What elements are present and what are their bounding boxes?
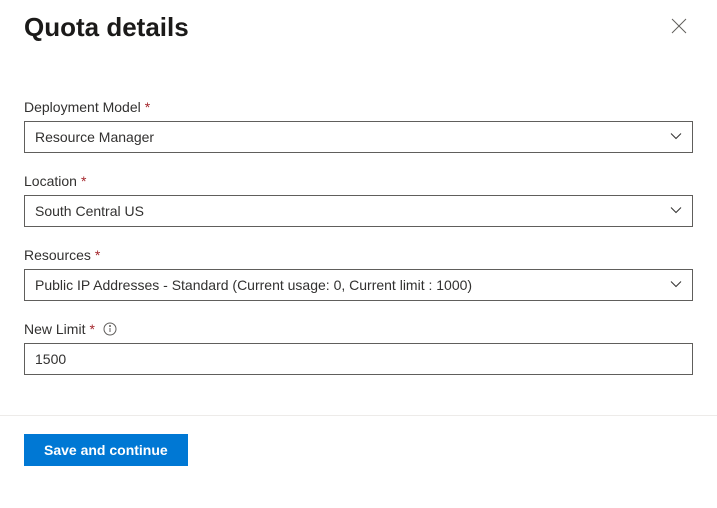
required-indicator: * [81,173,86,189]
close-button[interactable] [665,12,693,43]
resources-label: Resources [24,247,91,263]
new-limit-input[interactable] [24,343,693,375]
chevron-down-icon [670,129,682,145]
info-icon[interactable] [103,322,117,336]
location-field: Location * South Central US [24,173,693,227]
resources-value: Public IP Addresses - Standard (Current … [35,277,472,293]
new-limit-label: New Limit [24,321,85,337]
location-select[interactable]: South Central US [24,195,693,227]
required-indicator: * [89,321,94,337]
close-icon [671,18,687,37]
page-title: Quota details [24,12,189,43]
required-indicator: * [145,99,150,115]
location-label: Location [24,173,77,189]
resources-select[interactable]: Public IP Addresses - Standard (Current … [24,269,693,301]
deployment-model-field: Deployment Model * Resource Manager [24,99,693,153]
deployment-model-value: Resource Manager [35,129,154,145]
resources-field: Resources * Public IP Addresses - Standa… [24,247,693,301]
deployment-model-label: Deployment Model [24,99,141,115]
location-value: South Central US [35,203,144,219]
chevron-down-icon [670,277,682,293]
deployment-model-select[interactable]: Resource Manager [24,121,693,153]
new-limit-field: New Limit * [24,321,693,375]
save-continue-button[interactable]: Save and continue [24,434,188,466]
required-indicator: * [95,247,100,263]
chevron-down-icon [670,203,682,219]
